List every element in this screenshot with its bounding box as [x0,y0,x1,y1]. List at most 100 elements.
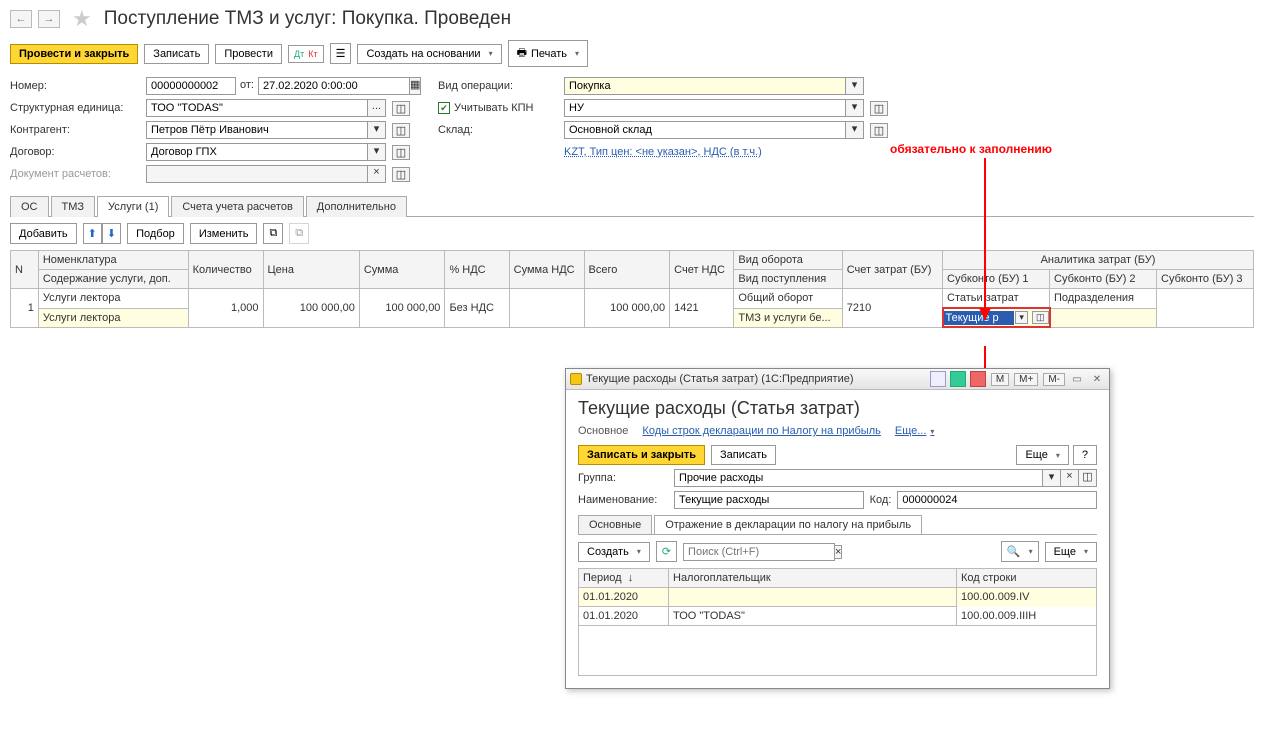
tab-accounts[interactable]: Счета учета расчетов [171,196,303,217]
cell-turn[interactable]: Общий оборот [734,289,842,309]
price-info-link[interactable]: KZT, Тип цен: <не указан>, НДС (в т.ч.) [564,146,864,158]
dialog-close-icon[interactable]: ✕ [1089,371,1105,387]
dialog-nav-codes[interactable]: Коды строк декларации по Налогу на прибы… [642,425,880,437]
move-down-button[interactable]: ⬇ [102,223,121,244]
create-based-button[interactable]: Создать на основании [357,44,501,64]
mem-mplus-button[interactable]: M+ [1014,373,1038,386]
dlg-write-close-button[interactable]: Записать и закрыть [578,445,705,465]
group-dropdown[interactable]: ▾ [1043,469,1061,487]
settlement-doc-open[interactable]: ◫ [392,167,410,182]
unit-open[interactable]: ◫ [392,101,410,116]
print-button[interactable]: Печать [508,40,588,67]
mem-m-button[interactable]: M [991,373,1009,386]
cell-sum[interactable]: 100 000,00 [359,289,445,328]
cell-costacc[interactable]: 7210 [842,289,942,328]
calc-icon[interactable] [950,371,966,387]
sub1-dropdown-icon[interactable]: ▾ [1015,311,1028,324]
dlg-search-input[interactable] [683,543,835,561]
cell-sub3[interactable] [1157,289,1254,328]
code-input[interactable] [897,491,1097,509]
cell-qty[interactable]: 1,000 [188,289,263,328]
tab-tmz[interactable]: ТМЗ [51,196,96,217]
star-icon[interactable]: ★ [72,6,92,32]
group-open[interactable]: ◫ [1079,469,1097,487]
write-button[interactable]: Записать [144,44,209,64]
dlg-help-button[interactable]: ? [1073,445,1097,465]
nav-back[interactable]: ← [10,10,32,28]
cell-nom[interactable]: Услуги лектора [38,289,188,309]
post-and-close-button[interactable]: Провести и закрыть [10,44,138,64]
date-input[interactable] [258,77,410,95]
contract-dropdown[interactable]: ▾ [368,143,386,161]
operation-dropdown[interactable]: ▾ [846,77,864,95]
warehouse-dropdown[interactable]: ▾ [846,121,864,139]
structure-icon[interactable]: ☰ [330,43,352,64]
counterparty-open[interactable]: ◫ [392,123,410,138]
group-input[interactable] [674,469,1043,487]
tab-os[interactable]: ОС [10,196,49,217]
pick-button[interactable]: Подбор [127,223,184,244]
calendar-icon[interactable]: ▦ [410,77,421,95]
contract-input[interactable] [146,143,368,161]
dlg-search-icon[interactable]: 🔍 [1001,541,1039,562]
cell-vatsum[interactable] [509,289,584,328]
kpn-input[interactable] [564,99,846,117]
dialog-minimize-icon[interactable]: ▭ [1069,371,1085,387]
kpn-dropdown[interactable]: ▾ [846,99,864,117]
dlg-more-button[interactable]: Еще [1016,445,1068,465]
group-clear[interactable]: × [1061,469,1079,487]
name-label: Наименование: [578,494,668,506]
cell-vatacc[interactable]: 1421 [670,289,734,328]
number-input[interactable] [146,77,236,95]
dialog-nav-more[interactable]: Еще... [895,425,935,437]
counterparty-dropdown[interactable]: ▾ [368,121,386,139]
paste-icon[interactable]: ⧉ [289,223,309,244]
services-grid[interactable]: N Номенклатура Количество Цена Сумма % Н… [10,250,1254,328]
dlg-create-button[interactable]: Создать [578,542,650,562]
kpn-checkbox[interactable]: ✔ [438,102,450,114]
doc-icon[interactable] [930,371,946,387]
drow-2[interactable]: 01.01.2020 ТОО "TODAS" 100.00.009.IIIH [579,607,1097,626]
cell-sub1-header[interactable]: Статьи затрат [943,289,1050,309]
dlg-refresh-icon[interactable]: ⟳ [656,541,677,562]
counterparty-input[interactable] [146,121,368,139]
search-clear-icon[interactable]: × [835,545,842,559]
dt-kt-icon[interactable]: ДтКт [288,45,324,63]
nav-forward[interactable]: → [38,10,60,28]
operation-input[interactable] [564,77,846,95]
dlg-more2-button[interactable]: Еще [1045,542,1097,562]
drow-1[interactable]: 01.01.2020 100.00.009.IV [579,588,1097,607]
sub1-open-icon[interactable]: ◫ [1032,311,1049,324]
move-up-button[interactable]: ⬆ [83,223,102,244]
cell-vat[interactable]: Без НДС [445,289,509,328]
dlg-tab-main[interactable]: Основные [578,515,652,534]
dialog-nav-main[interactable]: Основное [578,425,628,437]
cell-sub2-header[interactable]: Подразделения [1050,289,1157,309]
add-row-button[interactable]: Добавить [10,223,77,244]
tab-services[interactable]: Услуги (1) [97,196,169,217]
unit-input[interactable] [146,99,368,117]
warehouse-input[interactable] [564,121,846,139]
contract-open[interactable]: ◫ [392,145,410,160]
calendar-tb-icon[interactable] [970,371,986,387]
settlement-doc-clear[interactable]: × [368,165,386,183]
cell-turn2[interactable]: ТМЗ и услуги бе... [734,308,842,327]
warehouse-open[interactable]: ◫ [870,123,888,138]
edit-button[interactable]: Изменить [190,223,258,244]
cell-price[interactable]: 100 000,00 [263,289,359,328]
declaration-grid[interactable]: Период ↓ Налогоплательщик Код строки 01.… [578,568,1097,626]
kpn-open[interactable]: ◫ [870,101,888,116]
copy-icon[interactable]: ⧉ [263,223,283,244]
tab-additional[interactable]: Дополнительно [306,196,407,217]
unit-pick[interactable]: ... [368,99,386,117]
cell-nom2[interactable]: Услуги лектора [38,308,188,327]
table-row[interactable]: 1 Услуги лектора 1,000 100 000,00 100 00… [11,289,1254,309]
cell-total[interactable]: 100 000,00 [584,289,670,328]
dlg-write-button[interactable]: Записать [711,445,776,465]
post-button[interactable]: Провести [215,44,282,64]
mem-mminus-button[interactable]: M- [1043,373,1065,386]
cell-sub2-value[interactable] [1050,308,1157,327]
dlg-tab-declaration[interactable]: Отражение в декларации по налогу на приб… [654,515,922,534]
name-input[interactable] [674,491,864,509]
cell-sub1-value[interactable]: Текущие р ▾ ◫ [943,308,1050,327]
